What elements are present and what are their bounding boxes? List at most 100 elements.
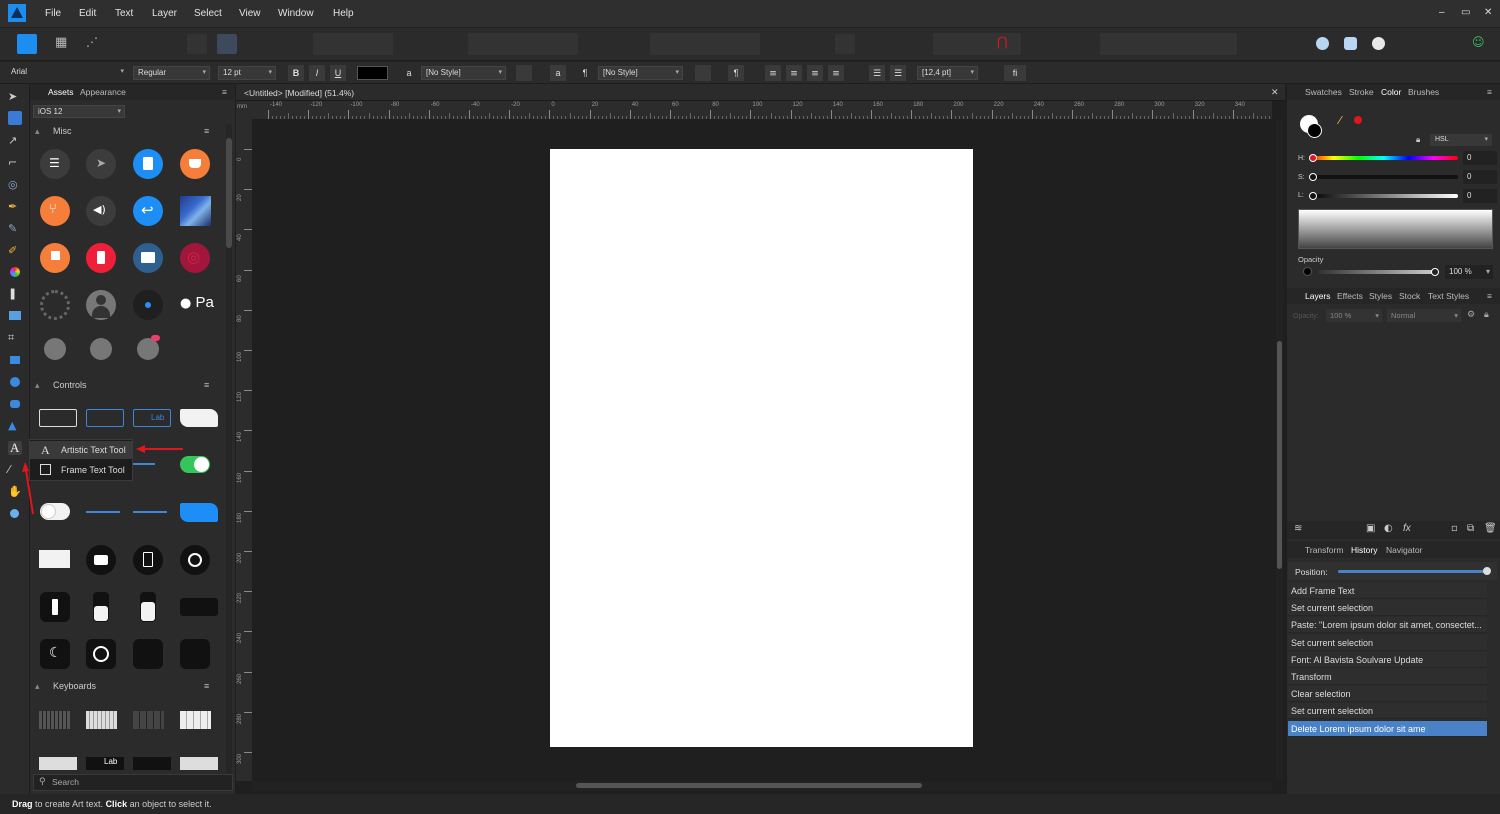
asset-search-input[interactable]: ⚲ Search xyxy=(33,774,233,791)
line-asset[interactable] xyxy=(133,463,155,465)
pixel-persona-icon[interactable]: ▦ xyxy=(52,34,72,54)
snapping-icon[interactable] xyxy=(217,34,237,54)
paragraph-style-select[interactable]: [No Style] ▾ xyxy=(598,66,683,80)
tab-brushes[interactable]: Brushes xyxy=(1408,87,1439,97)
hue-slider-knob[interactable] xyxy=(1309,154,1317,162)
document-tab[interactable]: <Untitled> [Modified] (51.4%) ✕ xyxy=(236,84,1285,101)
triangle-tool-icon[interactable]: ▲ xyxy=(8,419,22,433)
opacity-slider-knob[interactable] xyxy=(1431,268,1439,276)
keyboard-light-asset[interactable] xyxy=(86,711,117,729)
history-item[interactable]: Clear selection xyxy=(1288,686,1487,703)
export-persona-icon[interactable]: ⋰ xyxy=(83,34,103,54)
color-picker-icon[interactable]: ⁄ xyxy=(1339,114,1341,127)
ligature-button[interactable]: fi xyxy=(1004,65,1026,81)
section-misc-header[interactable]: ▴ Misc ≡ xyxy=(30,126,226,142)
lightness-slider-knob[interactable] xyxy=(1309,192,1317,200)
clear-character-format-button[interactable] xyxy=(516,65,532,81)
speaker-asset-icon[interactable]: ◀) xyxy=(86,196,116,226)
music-control-asset[interactable] xyxy=(133,639,163,669)
opacity-value[interactable]: 100 % ▾ xyxy=(1445,265,1493,279)
clip-icon[interactable] xyxy=(1341,34,1361,54)
line-asset[interactable] xyxy=(86,511,120,513)
pen-tool-icon[interactable]: ✒ xyxy=(8,200,22,214)
trash-asset-icon[interactable] xyxy=(86,243,116,273)
tab-styles[interactable]: Styles xyxy=(1369,291,1392,301)
place-image-tool-icon[interactable] xyxy=(8,309,22,323)
history-position-slider[interactable] xyxy=(1338,570,1488,573)
avatar-asset-icon[interactable] xyxy=(86,290,116,320)
menu-help[interactable]: Help xyxy=(333,8,354,19)
justify-button[interactable]: ≡ xyxy=(828,65,844,81)
keyboard-partial-asset[interactable] xyxy=(39,757,77,770)
color-picker-tool-icon[interactable]: ⁄ xyxy=(8,463,22,477)
artistic-text-tool-icon[interactable]: A xyxy=(8,440,22,455)
panel-menu-icon[interactable]: ≡ xyxy=(1487,291,1492,301)
location-asset-icon[interactable]: ➤ xyxy=(86,149,116,179)
leading-select[interactable]: [12,4 pt] ▾ xyxy=(917,66,978,80)
fuel-asset-icon[interactable] xyxy=(133,149,163,179)
radio-dot-asset-icon[interactable] xyxy=(133,290,163,320)
italic-button[interactable]: I xyxy=(309,65,325,81)
stroke-color-swatch[interactable] xyxy=(1307,123,1322,138)
history-item[interactable]: Font: Al Bavista Soulvare Update xyxy=(1288,651,1487,668)
panel-menu-icon[interactable]: ≡ xyxy=(1487,87,1492,97)
delete-layer-icon[interactable]: 🗑︎ xyxy=(1484,523,1497,534)
text-color-swatch[interactable] xyxy=(357,66,388,80)
tab-navigator[interactable]: Navigator xyxy=(1386,545,1422,555)
mask-layer-icon[interactable]: ▣ xyxy=(1366,523,1375,534)
align-right-button[interactable]: ≡ xyxy=(807,65,823,81)
document-setup-icon[interactable] xyxy=(187,34,207,54)
history-item[interactable]: Set current selection xyxy=(1288,634,1487,651)
restore-button[interactable]: ▭ xyxy=(1461,7,1470,18)
tab-transform[interactable]: Transform xyxy=(1305,545,1343,555)
fx-icon[interactable]: fx xyxy=(1403,523,1411,534)
point-transform-tool-icon[interactable]: ◎ xyxy=(8,178,22,192)
case-button[interactable]: a xyxy=(550,65,566,81)
vertical-scrollbar[interactable] xyxy=(1276,119,1283,779)
move-tool-icon[interactable]: ➤ xyxy=(8,90,22,104)
fill-tool-icon[interactable] xyxy=(8,265,22,279)
keyboard-dark-asset[interactable] xyxy=(39,711,70,729)
blue-button-asset[interactable] xyxy=(180,503,218,522)
layer-opacity-field[interactable]: 100 % ▾ xyxy=(1326,309,1382,322)
layer-settings-gear-icon[interactable]: ⚙ xyxy=(1467,310,1475,320)
wallpaper-asset-icon[interactable] xyxy=(180,196,211,226)
history-item[interactable]: Set current selection xyxy=(1288,703,1487,720)
timer-asset-icon[interactable] xyxy=(180,545,210,575)
align-center-button[interactable]: ≡ xyxy=(786,65,802,81)
asset-library-select[interactable]: iOS 12 ▾ xyxy=(33,105,125,118)
reply-asset-icon[interactable]: ↩ xyxy=(133,196,163,226)
moon-asset-icon[interactable]: ☾ xyxy=(40,639,70,669)
archive-asset-icon[interactable] xyxy=(133,243,163,273)
font-size-select[interactable]: 12 pt ▾ xyxy=(218,66,276,80)
toggle-on-asset[interactable] xyxy=(180,456,210,473)
font-family-select[interactable]: Arial ▾ xyxy=(7,66,127,80)
color-model-select[interactable]: HSL ▾ xyxy=(1430,134,1492,146)
hand-tool-icon[interactable]: ✋ xyxy=(8,485,22,499)
line-asset[interactable] xyxy=(133,511,167,513)
layer-lock-icon[interactable]: 🔒︎ xyxy=(1484,310,1489,320)
flag-asset-icon[interactable] xyxy=(40,243,70,273)
character-style-select[interactable]: [No Style] ▾ xyxy=(421,66,506,80)
history-item[interactable]: Paste: "Lorem ipsum dolor sit amet, cons… xyxy=(1288,617,1487,634)
tab-layers[interactable]: Layers xyxy=(1305,291,1331,301)
magnet-icon[interactable]: ⋂ xyxy=(997,35,1008,50)
tab-effects[interactable]: Effects xyxy=(1337,291,1363,301)
menu-window[interactable]: Window xyxy=(278,8,314,19)
lightness-slider[interactable] xyxy=(1309,194,1458,198)
blend-mode-select[interactable]: Normal ▾ xyxy=(1387,309,1461,322)
minimize-button[interactable]: – xyxy=(1439,7,1445,18)
paragraph-button[interactable]: ¶ xyxy=(728,65,744,81)
tab-stock[interactable]: Stock xyxy=(1399,291,1420,301)
artboard-tool-icon[interactable] xyxy=(8,111,22,125)
menu-file[interactable]: File xyxy=(45,8,61,19)
insert-icon[interactable] xyxy=(835,34,855,54)
pencil-tool-icon[interactable]: ✎ xyxy=(8,222,22,236)
transparency-tool-icon[interactable]: ❚ xyxy=(8,287,22,301)
keyboard-partial-asset[interactable] xyxy=(180,757,218,770)
contact-avatar-asset-icon[interactable] xyxy=(90,338,112,360)
spinner-asset-icon[interactable] xyxy=(40,290,70,320)
zoom-tool-icon[interactable] xyxy=(8,507,22,521)
horizontal-ruler[interactable]: -140 -120 -100 -80 -60 -40 -20 0 20 40 60 80 100 120 1… xyxy=(252,101,1272,119)
coffee-asset-icon[interactable] xyxy=(180,149,210,179)
